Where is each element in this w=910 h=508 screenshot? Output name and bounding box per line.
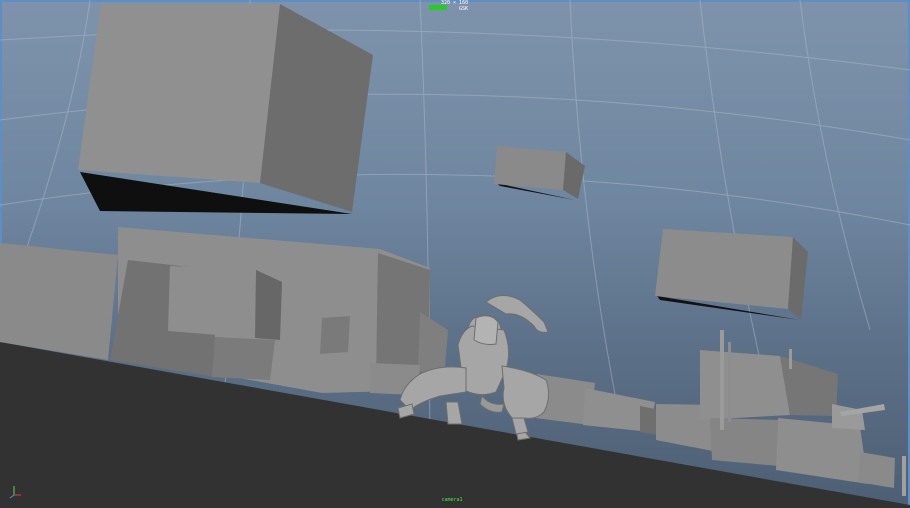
viewport-hud: 320 × 160 GSK bbox=[429, 0, 468, 12]
3d-viewport[interactable]: 320 × 160 GSK camera1 bbox=[0, 0, 910, 508]
floating-cube-large[interactable] bbox=[78, 4, 373, 214]
floating-cube-right[interactable] bbox=[655, 229, 808, 320]
camera-name-label: camera1 bbox=[441, 497, 463, 503]
hud-resolution-sub: GSK bbox=[459, 6, 469, 12]
axis-gizmo-icon bbox=[9, 486, 21, 499]
scene-canvas[interactable] bbox=[0, 0, 910, 508]
floating-cube-small[interactable] bbox=[494, 146, 585, 200]
